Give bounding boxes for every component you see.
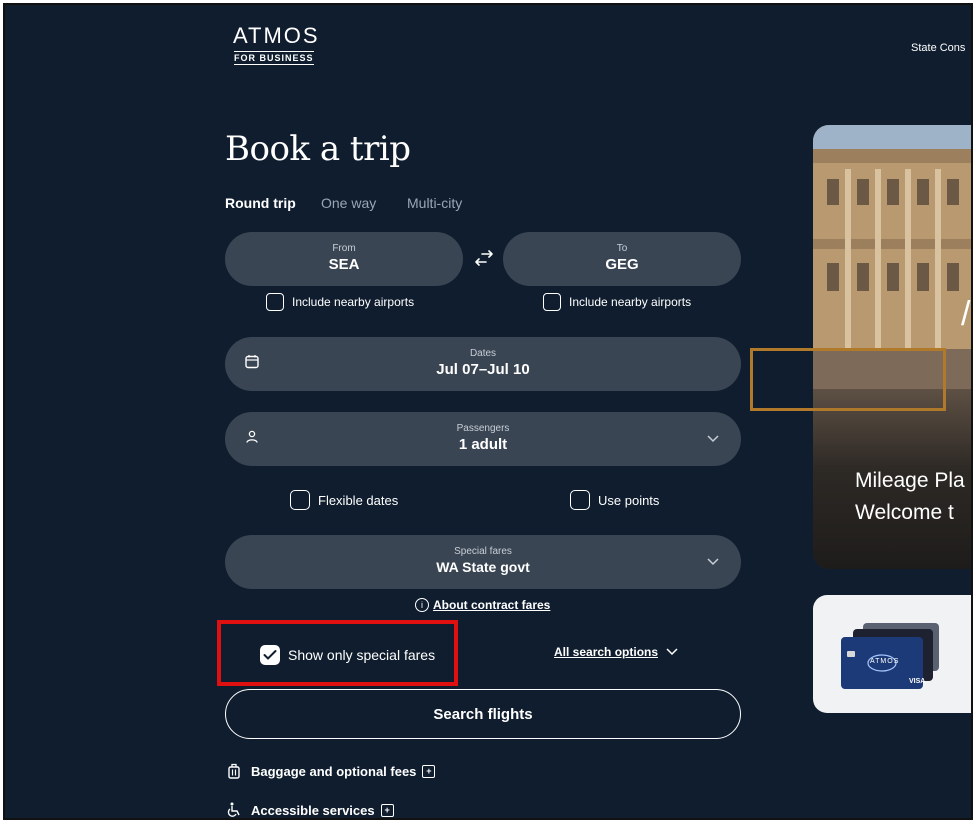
promo-overlay-letter: / bbox=[961, 295, 971, 333]
special-fares-label: Special fares bbox=[454, 546, 512, 557]
checkbox-box[interactable] bbox=[266, 293, 284, 311]
wheelchair-icon bbox=[227, 802, 240, 817]
from-label: From bbox=[332, 243, 356, 254]
tab-one-way[interactable]: One way bbox=[321, 195, 376, 211]
flexible-dates-checkbox[interactable]: Flexible dates bbox=[290, 490, 398, 510]
to-field[interactable]: To GEG bbox=[503, 232, 741, 286]
calendar-icon bbox=[245, 355, 259, 374]
external-link-icon: + bbox=[422, 764, 436, 778]
card-network: VISA bbox=[909, 678, 926, 685]
chevron-down-icon[interactable] bbox=[707, 555, 719, 569]
nearby-to-label: Include nearby airports bbox=[569, 295, 692, 309]
nearby-from-label: Include nearby airports bbox=[292, 295, 415, 309]
promo-line-1: Mileage Pla bbox=[855, 469, 965, 492]
external-link-icon: + bbox=[380, 803, 394, 817]
all-search-options-link[interactable]: All search options bbox=[554, 645, 658, 659]
promo-line-2: Welcome t bbox=[855, 501, 954, 524]
passengers-field[interactable]: Passengers 1 adult bbox=[225, 412, 741, 466]
accessible-link[interactable]: Accessible services + bbox=[227, 802, 394, 818]
dates-value: Jul 07–Jul 10 bbox=[436, 361, 530, 378]
from-field[interactable]: From SEA bbox=[225, 232, 463, 286]
checkbox-box[interactable] bbox=[570, 490, 590, 510]
nearby-to-checkbox[interactable]: Include nearby airports bbox=[543, 293, 691, 311]
dates-field[interactable]: Dates Jul 07–Jul 10 bbox=[225, 337, 741, 391]
credit-card-image bbox=[841, 623, 939, 689]
baggage-link[interactable]: Baggage and optional fees + bbox=[227, 763, 436, 779]
passengers-value: 1 adult bbox=[458, 436, 508, 453]
use-points-checkbox[interactable]: Use points bbox=[570, 490, 659, 510]
chevron-down-icon bbox=[666, 648, 678, 656]
dates-label: Dates bbox=[469, 348, 497, 359]
state-link[interactable]: State Cons bbox=[911, 42, 965, 54]
tab-multi-city[interactable]: Multi-city bbox=[407, 195, 462, 211]
about-contract-fares-link[interactable]: About contract fares bbox=[433, 598, 550, 612]
brand-logo[interactable]: ATMOS bbox=[233, 23, 320, 49]
card-brand: ATMOS bbox=[870, 658, 900, 665]
page-title: Book a trip bbox=[225, 129, 411, 169]
person-icon bbox=[245, 430, 259, 449]
passengers-label: Passengers bbox=[456, 423, 510, 434]
tab-round-trip[interactable]: Round trip bbox=[225, 195, 296, 211]
to-value: GEG bbox=[605, 256, 639, 273]
swap-icon[interactable] bbox=[472, 248, 496, 273]
credit-card-tile[interactable]: ATMOS VISA bbox=[813, 595, 971, 713]
app-frame: ATMOS FOR BUSINESS State Cons Book a tri… bbox=[3, 3, 973, 820]
info-icon: i bbox=[415, 598, 429, 612]
chevron-down-icon[interactable] bbox=[707, 432, 719, 446]
special-fares-value: WA State govt bbox=[436, 559, 530, 575]
nearby-from-checkbox[interactable]: Include nearby airports bbox=[266, 293, 414, 311]
about-contract-fares[interactable]: i About contract fares bbox=[415, 598, 550, 612]
accessible-label[interactable]: Accessible services bbox=[251, 803, 375, 818]
checkbox-box[interactable] bbox=[290, 490, 310, 510]
search-flights-button[interactable]: Search flights bbox=[225, 689, 741, 739]
to-label: To bbox=[616, 243, 628, 254]
all-search-options[interactable]: All search options bbox=[554, 645, 678, 659]
use-points-label: Use points bbox=[598, 492, 660, 508]
flexible-dates-label: Flexible dates bbox=[318, 492, 399, 508]
from-value: SEA bbox=[328, 256, 360, 273]
baggage-label[interactable]: Baggage and optional fees bbox=[251, 764, 416, 779]
brand-sub: FOR BUSINESS bbox=[234, 51, 314, 65]
highlight-red-box bbox=[217, 620, 458, 686]
highlight-orange-box bbox=[750, 348, 946, 411]
checkbox-box[interactable] bbox=[543, 293, 561, 311]
special-fares-select[interactable]: Special fares WA State govt bbox=[225, 535, 741, 589]
luggage-icon bbox=[228, 763, 240, 779]
promo-banner[interactable]: / Mileage Pla Welcome t bbox=[813, 125, 971, 569]
